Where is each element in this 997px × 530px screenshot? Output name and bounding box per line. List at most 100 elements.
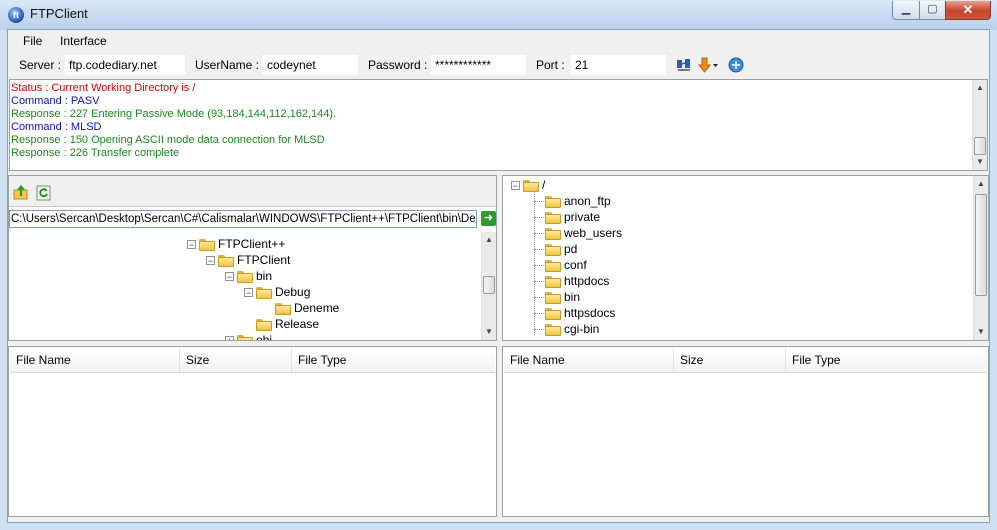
column-file-type[interactable]: File Type [292, 348, 402, 372]
username-label: UserName : [195, 58, 260, 72]
password-label: Password : [368, 58, 428, 72]
disconnect-icon[interactable] [728, 57, 744, 73]
folder-icon [199, 238, 215, 251]
tree-node-label: web_users [564, 226, 623, 240]
log-line-text: Response : 150 Opening ASCII mode data c… [11, 134, 325, 146]
tree-connector [534, 265, 544, 266]
remote-tree[interactable]: − / anon_ftpprivate web_userspd conf httpdocs… [503, 176, 973, 340]
tree-connector [534, 281, 544, 282]
local-tree-node[interactable]: − Debug [244, 284, 310, 300]
menu-bar [8, 30, 989, 52]
local-tree[interactable]: − FTPClient++ − FTPClient − bin − Debug Deneme Re… [9, 231, 481, 340]
tree-node-label: httpdocs [564, 274, 610, 288]
title-bar [0, 0, 997, 30]
menu-interface[interactable]: Interface [60, 34, 107, 48]
tree-node-label: bin [564, 290, 581, 304]
column-size[interactable]: Size [180, 348, 292, 372]
expand-icon[interactable]: + [225, 336, 234, 340]
collapse-icon[interactable]: − [206, 256, 215, 266]
folder-icon [545, 275, 561, 288]
remote-folder-item[interactable]: conf [545, 257, 587, 273]
local-file-list[interactable]: File Name Size File Type [8, 346, 497, 517]
maximize-button[interactable]: ▢ [919, 1, 946, 20]
folder-icon [545, 323, 561, 336]
collapse-icon[interactable]: − [511, 181, 520, 191]
close-button[interactable]: ✕ [945, 1, 991, 20]
folder-icon [275, 302, 291, 315]
log-output[interactable]: Status : Current Working Directory is / … [9, 79, 988, 171]
local-tree-scrollbar[interactable]: ▲ ▼ [481, 232, 496, 340]
log-line-text: Response : 227 Entering Passive Mode (93… [11, 108, 337, 120]
local-tree-node[interactable]: Deneme [263, 300, 339, 316]
log-line-text: Response : 226 Transfer complete [11, 147, 180, 159]
tree-connector [534, 217, 544, 218]
tree-connector [534, 329, 544, 330]
tree-node-label: cgi-bin [564, 322, 600, 336]
collapse-icon[interactable]: − [244, 288, 253, 298]
column-file-name[interactable]: File Name [504, 348, 674, 372]
local-tree-node[interactable]: − FTPClient [206, 252, 290, 268]
scroll-up-icon[interactable]: ▲ [973, 80, 987, 96]
tree-node-label: anon_ftp [564, 194, 611, 208]
username-input[interactable]: codeynet [263, 55, 358, 75]
local-path-input[interactable]: C:\Users\Sercan\Desktop\Sercan\C#\Calism… [9, 210, 477, 228]
collapse-icon[interactable]: − [225, 272, 234, 282]
local-list-header: File Name Size File Type [10, 348, 495, 373]
remote-folder-item[interactable]: pd [545, 241, 577, 257]
folder-icon [218, 254, 234, 267]
remote-folder-item[interactable]: anon_ftp [545, 193, 611, 209]
remote-folder-item[interactable]: web_users [545, 225, 622, 241]
scroll-up-icon[interactable]: ▲ [482, 232, 496, 248]
folder-icon [545, 243, 561, 256]
log-line-text: Command : MLSD [11, 121, 102, 133]
menu-file[interactable]: File [23, 34, 42, 48]
column-file-type[interactable]: File Type [786, 348, 896, 372]
password-input[interactable]: ************ [431, 55, 526, 75]
scroll-thumb[interactable] [483, 276, 495, 294]
tree-connector [534, 249, 544, 250]
folder-icon [523, 179, 539, 192]
folder-icon [237, 270, 253, 283]
tree-node-label: httpsdocs [564, 306, 616, 320]
local-tree-node[interactable]: + obj [225, 332, 272, 340]
scroll-down-icon[interactable]: ▼ [973, 154, 987, 170]
folder-icon [545, 227, 561, 240]
remote-folder-item[interactable]: bin [545, 289, 580, 305]
local-tree-node[interactable]: Release [244, 316, 319, 332]
remote-folder-item[interactable]: httpsdocs [545, 305, 615, 321]
scroll-down-icon[interactable]: ▼ [974, 324, 988, 340]
scroll-down-icon[interactable]: ▼ [482, 324, 496, 340]
tree-node-label: Deneme [294, 301, 340, 315]
parent-folder-icon[interactable] [13, 184, 29, 201]
remote-folder-item[interactable]: httpdocs [545, 273, 609, 289]
minimize-button[interactable]: ▁ [892, 1, 920, 20]
remote-file-list[interactable]: File Name Size File Type [502, 346, 989, 517]
tree-node-label: private [564, 210, 601, 224]
refresh-icon[interactable] [36, 185, 52, 201]
remote-folder-item[interactable]: private [545, 209, 600, 225]
remote-tree-root[interactable]: − / [511, 177, 545, 193]
folder-icon [545, 291, 561, 304]
server-input[interactable]: ftp.codediary.net [65, 55, 185, 75]
log-scrollbar[interactable]: ▲ ▼ [972, 80, 987, 170]
remote-folder-item[interactable]: cgi-bin [545, 321, 599, 337]
connect-icon[interactable] [676, 57, 692, 73]
column-size[interactable]: Size [674, 348, 786, 372]
ftp-app-icon[interactable]: ft [8, 7, 24, 23]
collapse-icon[interactable]: − [187, 240, 196, 250]
scroll-up-icon[interactable]: ▲ [974, 176, 988, 192]
local-tree-node[interactable]: − FTPClient++ [187, 236, 285, 252]
scroll-thumb[interactable] [975, 194, 987, 296]
folder-icon [545, 307, 561, 320]
local-tree-node[interactable]: − bin [225, 268, 272, 284]
log-line: Status : Current Working Directory is / [11, 82, 195, 95]
folder-icon [237, 334, 253, 340]
column-file-name[interactable]: File Name [10, 348, 180, 372]
port-input[interactable]: 21 [571, 55, 666, 75]
download-icon[interactable] [697, 56, 719, 74]
tree-node-label: pd [564, 242, 578, 256]
go-arrow-icon[interactable]: ➜ [481, 211, 496, 226]
remote-tree-scrollbar[interactable]: ▲ ▼ [973, 176, 988, 340]
window-title: FTPClient [30, 6, 88, 21]
scroll-thumb[interactable] [974, 137, 986, 155]
